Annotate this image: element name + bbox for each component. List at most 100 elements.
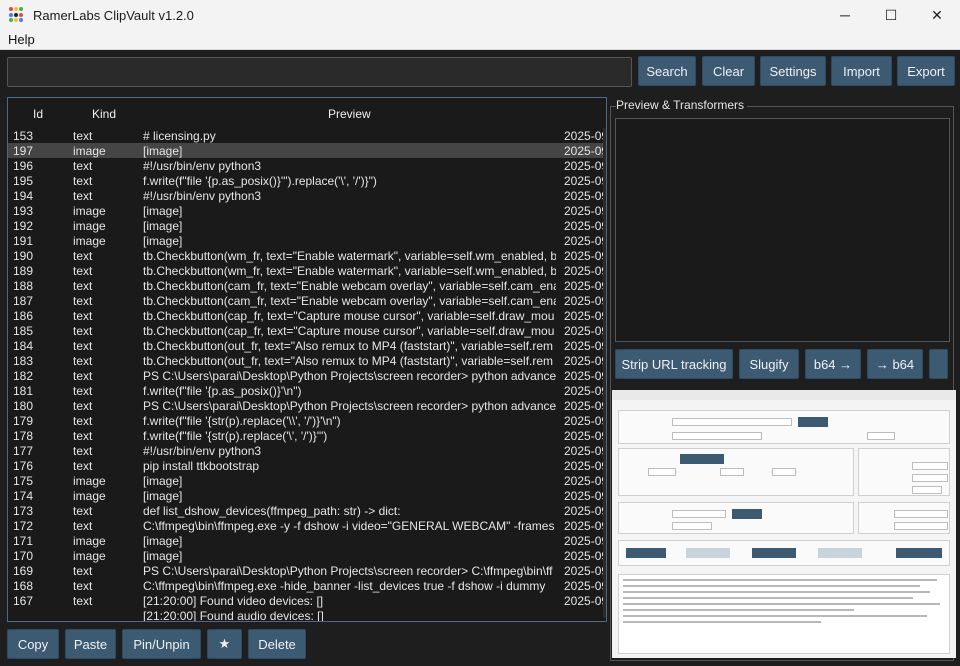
thumbnail-field	[672, 510, 726, 518]
clip-row[interactable]: 168 text C:\ffmpeg\bin\ffmpeg.exe -hide_ba…	[8, 578, 606, 593]
clip-row[interactable]: 174 image [image] 2025-09-	[8, 488, 606, 503]
maximize-button[interactable]: ☐	[868, 0, 914, 30]
pin-unpin-button[interactable]: Pin/Unpin	[122, 629, 201, 659]
clip-preview: #!/usr/bin/env python3	[143, 159, 262, 173]
clip-row[interactable]: 181 text f.write(f"file '{p.as_posix()}'\n…	[8, 383, 606, 398]
clip-preview: PS C:\Users\parai\Desktop\Python Project…	[143, 399, 556, 413]
clip-row[interactable]: 167 text [21:20:00] Found video devices: […	[8, 593, 606, 608]
clip-kind: image	[73, 549, 106, 563]
clip-row[interactable]: 194 text #!/usr/bin/env python3 2025-09-	[8, 188, 606, 203]
clip-row[interactable]: 175 image [image] 2025-09-	[8, 473, 606, 488]
clip-preview: #!/usr/bin/env python3	[143, 189, 262, 203]
clip-preview: #!/usr/bin/env python3	[143, 444, 262, 458]
clip-preview: [21:20:00] Found audio devices: []	[143, 609, 324, 622]
clip-row[interactable]: 182 text PS C:\Users\parai\Desktop\Python …	[8, 368, 606, 383]
clip-date: 2025-09-	[564, 504, 606, 518]
clip-date: 2025-09-	[564, 324, 606, 338]
clip-id: 182	[13, 369, 34, 383]
clip-preview: PS C:\Users\parai\Desktop\Python Project…	[143, 564, 553, 578]
clip-row[interactable]: 190 text tb.Checkbutton(wm_fr, text="Enabl…	[8, 248, 606, 263]
clip-id: 168	[13, 579, 34, 593]
clip-row[interactable]: 185 text tb.Checkbutton(cap_fr, text="Capt…	[8, 323, 606, 338]
clip-date: 2025-09-	[564, 549, 606, 563]
search-button[interactable]: Search	[638, 56, 696, 86]
close-button[interactable]: ✕	[914, 0, 960, 30]
strip-url-tracking-button[interactable]: Strip URL tracking	[615, 349, 733, 379]
clip-preview: tb.Checkbutton(cam_fr, text="Enable webc…	[143, 279, 556, 293]
clip-row[interactable]: 170 image [image] 2025-09-	[8, 548, 606, 563]
export-button[interactable]: Export	[897, 56, 955, 86]
clip-preview: [image]	[143, 474, 183, 488]
clip-row[interactable]: 195 text f.write(f"file '{p.as_posix()}'")…	[8, 173, 606, 188]
minimize-button[interactable]: ─	[822, 0, 868, 30]
thumbnail-field	[912, 474, 948, 482]
clip-row[interactable]: [21:20:00] Found audio devices: []	[8, 608, 606, 622]
slugify-button[interactable]: Slugify	[739, 349, 799, 379]
clip-row[interactable]: 177 text #!/usr/bin/env python3 2025-09-	[8, 443, 606, 458]
clip-row[interactable]: 188 text tb.Checkbutton(cam_fr, text="Enab…	[8, 278, 606, 293]
b64-decode-button[interactable]: → b64	[867, 349, 923, 379]
clip-row[interactable]: 184 text tb.Checkbutton(out_fr, text="Also…	[8, 338, 606, 353]
clip-id: 190	[13, 249, 34, 263]
clip-row[interactable]: 187 text tb.Checkbutton(cam_fr, text="Enab…	[8, 293, 606, 308]
more-transformers-button[interactable]	[929, 349, 948, 379]
clip-date: 2025-09-	[564, 219, 606, 233]
clip-preview: [image]	[143, 549, 183, 563]
clip-row[interactable]: 192 image [image] 2025-09-	[8, 218, 606, 233]
clip-row[interactable]: 189 text tb.Checkbutton(wm_fr, text="Enabl…	[8, 263, 606, 278]
clip-preview: [image]	[143, 489, 183, 503]
clip-id: 185	[13, 324, 34, 338]
import-button[interactable]: Import	[831, 56, 892, 86]
thumbnail-button	[818, 548, 862, 558]
settings-button[interactable]: Settings	[760, 56, 826, 86]
clip-image-preview	[612, 390, 956, 658]
clip-row[interactable]: 180 text PS C:\Users\parai\Desktop\Python …	[8, 398, 606, 413]
favorite-star-button[interactable]: ★	[207, 629, 242, 659]
paste-button[interactable]: Paste	[65, 629, 116, 659]
delete-button[interactable]: Delete	[248, 629, 306, 659]
clip-date: 2025-09-	[564, 279, 606, 293]
preview-text-area[interactable]	[615, 118, 950, 342]
column-header-preview[interactable]: Preview	[328, 107, 371, 121]
clip-kind: text	[73, 159, 93, 173]
menu-help[interactable]: Help	[0, 32, 43, 47]
clip-list[interactable]: Id Kind Preview 153 text # licensing.py 202…	[7, 97, 607, 622]
column-header-id[interactable]: Id	[33, 107, 43, 121]
thumbnail-field	[672, 432, 762, 440]
b64-encode-button[interactable]: b64 →	[805, 349, 861, 379]
clip-date: 2025-09-	[564, 249, 606, 263]
clip-row[interactable]: 172 text C:\ffmpeg\bin\ffmpeg.exe -y -f ds…	[8, 518, 606, 533]
search-input[interactable]	[7, 57, 632, 87]
clip-id: 169	[13, 564, 34, 578]
clear-button[interactable]: Clear	[702, 56, 755, 86]
clip-row[interactable]: 153 text # licensing.py 2025-09-	[8, 128, 606, 143]
clip-date: 2025-09-	[564, 204, 606, 218]
clip-id: 179	[13, 414, 34, 428]
clip-row[interactable]: 183 text tb.Checkbutton(out_fr, text="Also…	[8, 353, 606, 368]
list-scrollbar[interactable]	[603, 128, 606, 618]
clip-row[interactable]: 173 text def list_dshow_devices(ffmpeg_pat…	[8, 503, 606, 518]
thumbnail-button	[686, 548, 730, 558]
clip-row[interactable]: 176 text pip install ttkbootstrap 2025-09-	[8, 458, 606, 473]
clip-row[interactable]: 169 text PS C:\Users\parai\Desktop\Python …	[8, 563, 606, 578]
clip-row[interactable]: 186 text tb.Checkbutton(cap_fr, text="Capt…	[8, 308, 606, 323]
clip-date: 2025-09-	[564, 294, 606, 308]
clip-preview: [image]	[143, 144, 183, 158]
clip-row[interactable]: 197 image [image] 2025-09-	[8, 143, 606, 158]
clip-preview: f.write(f"file '{p.as_posix()}'").replac…	[143, 174, 377, 188]
thumbnail-field	[894, 522, 948, 530]
clip-id: 153	[13, 129, 34, 143]
clip-preview: [image]	[143, 234, 183, 248]
clip-row[interactable]: 179 text f.write(f"file '{str(p).replace('…	[8, 413, 606, 428]
clip-date: 2025-09-	[564, 129, 606, 143]
clip-row[interactable]: 191 image [image] 2025-09-	[8, 233, 606, 248]
thumbnail-field	[648, 468, 676, 476]
copy-button[interactable]: Copy	[7, 629, 59, 659]
clip-row[interactable]: 171 image [image] 2025-09-	[8, 533, 606, 548]
clip-date: 2025-09-	[564, 234, 606, 248]
clip-row[interactable]: 193 image [image] 2025-09-	[8, 203, 606, 218]
column-header-kind[interactable]: Kind	[92, 107, 116, 121]
clip-id: 188	[13, 279, 34, 293]
clip-row[interactable]: 196 text #!/usr/bin/env python3 2025-09-	[8, 158, 606, 173]
clip-row[interactable]: 178 text f.write(f"file '{str(p).replace(…	[8, 428, 606, 443]
